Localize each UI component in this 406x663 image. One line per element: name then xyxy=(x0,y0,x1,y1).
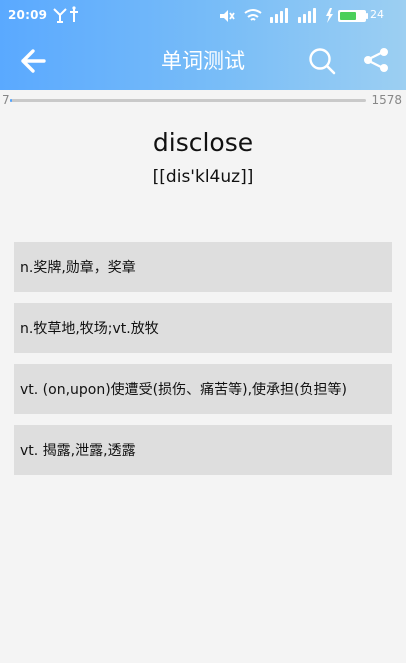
status-right-icons: 24 xyxy=(216,0,396,30)
answer-option[interactable]: n.奖牌,勋章，奖章 xyxy=(14,242,392,292)
answer-options: n.奖牌,勋章，奖章 n.牧草地,牧场;vt.放牧 vt. (on,upon)使… xyxy=(14,242,392,486)
progress-area: 7 1578 xyxy=(0,92,406,108)
word-text: disclose xyxy=(152,128,254,157)
option-text: vt. (on,upon)使遭受(损伤、痛苦等),使承担(负担等) xyxy=(20,382,347,398)
progress-total: 1578 xyxy=(371,93,402,107)
page-title: 单词测试 xyxy=(161,49,245,73)
progress-current: 7 xyxy=(2,93,10,107)
option-text: n.牧草地,牧场;vt.放牧 xyxy=(20,321,159,337)
answer-option[interactable]: vt. (on,upon)使遭受(损伤、痛苦等),使承担(负担等) xyxy=(14,364,392,414)
usb-icon xyxy=(53,6,78,23)
progress-track xyxy=(10,99,366,102)
option-text: n.奖牌,勋章，奖章 xyxy=(20,260,136,276)
status-icons xyxy=(220,8,368,23)
battery-level: 24 xyxy=(370,8,384,21)
share-icon xyxy=(364,48,388,72)
search-button[interactable] xyxy=(306,45,338,77)
word-block: disclose [[dis'kl4uz]] xyxy=(0,120,406,190)
answer-option[interactable]: vt. 揭露,泄露,透露 xyxy=(14,425,392,475)
status-left-icons xyxy=(48,0,92,30)
status-time: 20:09 xyxy=(8,8,48,22)
word-phonetic: [[dis'kl4uz]] xyxy=(152,167,254,187)
option-text: vt. 揭露,泄露,透露 xyxy=(20,443,136,459)
app-bar: 单词测试 xyxy=(0,30,406,90)
top-bar: 20:09 24 单词测试 xyxy=(0,0,406,90)
status-bar: 20:09 24 xyxy=(0,0,406,30)
answer-option[interactable]: n.牧草地,牧场;vt.放牧 xyxy=(14,303,392,353)
share-button[interactable] xyxy=(360,44,392,76)
progress-fill xyxy=(10,99,12,102)
search-icon xyxy=(309,48,336,75)
